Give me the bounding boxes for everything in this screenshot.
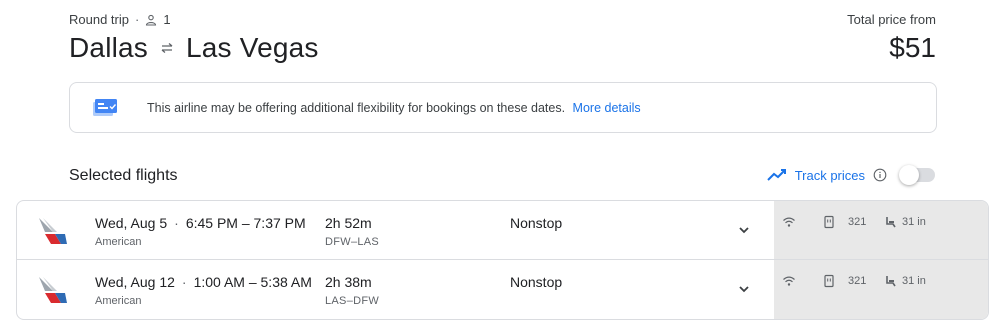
track-prices-toggle[interactable]	[899, 165, 935, 185]
flight-times: Wed, Aug 12 · 1:00 AM – 5:38 AM	[95, 274, 312, 290]
amenity-aircraft: 321	[822, 215, 866, 229]
amenities-panel: 321 31 in	[774, 260, 988, 319]
page-title: Dallas Las Vegas	[69, 32, 319, 64]
track-prices: Track prices	[766, 165, 935, 185]
calendar-ticket-icon	[93, 98, 117, 116]
seat-icon	[886, 276, 896, 287]
american-airlines-logo	[39, 277, 67, 303]
flight-duration: 2h 38m	[325, 274, 372, 290]
aircraft-type: 321	[848, 275, 867, 287]
notice-message: This airline may be offering additional …	[147, 101, 641, 115]
american-airlines-logo	[39, 218, 67, 244]
flexibility-notice: This airline may be offering additional …	[69, 82, 937, 133]
price-label: Total price from	[847, 12, 936, 27]
amenity-legroom: 31 in	[884, 215, 926, 229]
flight-row[interactable]: Wed, Aug 5 · 6:45 PM – 7:37 PM American …	[17, 201, 988, 260]
total-price: $51	[889, 32, 936, 63]
airline-name: American	[95, 236, 142, 248]
time-range: 1:00 AM – 5:38 AM	[193, 274, 312, 290]
flight-date: Wed, Aug 5	[95, 215, 168, 231]
time-separator: ·	[181, 274, 187, 290]
amenity-legroom: 31 in	[884, 274, 926, 288]
amenity-wifi	[782, 274, 796, 288]
flight-stops: Nonstop	[510, 274, 563, 290]
trip-meta: Round trip · 1	[69, 12, 171, 27]
flight-stops: Nonstop	[510, 215, 563, 231]
flight-row[interactable]: Wed, Aug 12 · 1:00 AM – 5:38 AM American…	[17, 260, 988, 319]
airline-name: American	[95, 295, 142, 307]
wifi-icon	[783, 217, 795, 227]
trending-line-icon	[766, 169, 786, 181]
chevron-down-icon[interactable]	[735, 280, 753, 298]
time-range: 6:45 PM – 7:37 PM	[185, 215, 306, 231]
info-icon[interactable]	[873, 168, 887, 182]
destination-city: Las Vegas	[186, 32, 319, 63]
flight-duration: 2h 52m	[325, 215, 372, 231]
notice-text: This airline may be offering additional …	[147, 100, 566, 115]
wifi-icon	[783, 276, 795, 286]
trip-type[interactable]: Round trip	[69, 12, 129, 27]
aircraft-type: 321	[848, 216, 867, 228]
flight-date: Wed, Aug 12	[95, 274, 175, 290]
flight-times: Wed, Aug 5 · 6:45 PM – 7:37 PM	[95, 215, 306, 231]
selected-flights-list: Wed, Aug 5 · 6:45 PM – 7:37 PM American …	[16, 200, 989, 320]
legroom: 31 in	[902, 216, 926, 228]
power-outlet-icon	[824, 274, 834, 288]
amenities-panel: 321 31 in	[774, 201, 988, 259]
section-title: Selected flights	[69, 167, 178, 184]
passenger-count[interactable]: 1	[163, 12, 170, 27]
seat-icon	[886, 217, 896, 228]
person-icon	[146, 14, 157, 26]
swap-arrows-icon	[161, 43, 173, 53]
toggle-knob	[899, 165, 919, 185]
legroom: 31 in	[902, 275, 926, 287]
more-details-link[interactable]: More details	[573, 101, 641, 115]
meta-separator: ·	[134, 12, 140, 27]
origin-city: Dallas	[69, 32, 149, 63]
track-prices-label[interactable]: Track prices	[795, 168, 865, 183]
chevron-down-icon[interactable]	[735, 221, 753, 239]
power-outlet-icon	[824, 215, 834, 229]
amenity-aircraft: 321	[822, 274, 866, 288]
flight-route: LAS–DFW	[325, 295, 380, 307]
flight-route: DFW–LAS	[325, 236, 380, 248]
amenity-wifi	[782, 215, 796, 229]
time-separator: ·	[174, 215, 179, 231]
